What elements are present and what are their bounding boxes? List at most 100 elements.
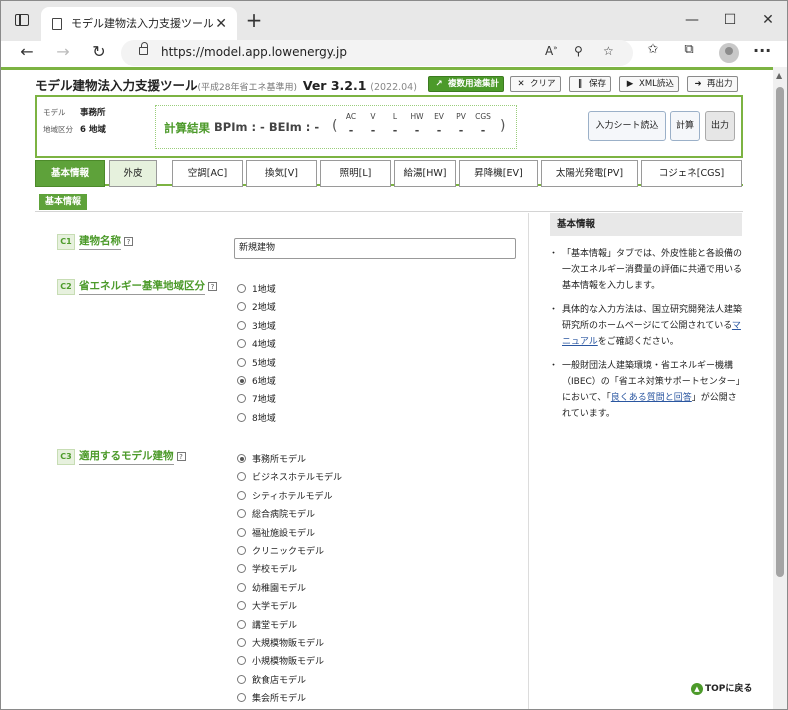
model-radio-option[interactable]: 小規模物販モデル <box>237 654 324 668</box>
radio-button-icon[interactable] <box>237 472 246 482</box>
radio-button-icon[interactable] <box>237 564 246 574</box>
xml-load-label: XML読込 <box>639 79 674 89</box>
multi-use-button[interactable]: ↗ 複数用途集計 <box>428 76 505 92</box>
region-radio-option[interactable]: 7地域 <box>237 392 276 406</box>
profile-icon[interactable] <box>719 43 739 63</box>
region-radio-option[interactable]: 6地域 <box>237 374 276 388</box>
refresh-icon[interactable]: ↻ <box>87 41 111 65</box>
tab-actions-icon[interactable] <box>15 14 29 26</box>
radio-button-icon[interactable] <box>237 357 246 367</box>
tab-elevator[interactable]: 昇降機[EV] <box>459 160 538 187</box>
radio-button-icon[interactable] <box>237 693 246 703</box>
radio-label: シティホテルモデル <box>252 491 333 502</box>
cat-ev-label: EV <box>434 112 444 121</box>
tab-ac[interactable]: 空調[AC] <box>172 160 243 187</box>
read-aloud-icon[interactable]: A» <box>545 44 558 58</box>
scrollbar-thumb[interactable] <box>776 87 784 577</box>
faq-link[interactable]: 良くある質問と回答 <box>611 393 692 403</box>
region-radio-option[interactable]: 4地域 <box>237 337 276 351</box>
radio-button-icon[interactable] <box>237 509 246 519</box>
radio-button-icon[interactable] <box>237 394 246 404</box>
model-radio-option[interactable]: 事務所モデル <box>237 452 306 466</box>
favorites-icon[interactable]: ✩ <box>643 42 663 57</box>
vertical-scrollbar[interactable]: ▲ <box>773 67 787 709</box>
tab-close-icon[interactable]: ✕ <box>215 7 227 41</box>
tab-envelope[interactable]: 外皮 <box>109 160 157 187</box>
help-icon[interactable]: ? <box>208 282 217 291</box>
region-radio-option[interactable]: 8地域 <box>237 411 276 425</box>
model-radio-option[interactable]: 講堂モデル <box>237 618 297 632</box>
tab-hot-water[interactable]: 給湯[HW] <box>394 160 456 187</box>
model-radio-option[interactable]: ビジネスホテルモデル <box>237 470 342 484</box>
model-radio-option[interactable]: 集会所モデル <box>237 691 306 705</box>
radio-button-icon[interactable] <box>237 490 246 500</box>
radio-button-icon[interactable] <box>237 454 246 463</box>
tab-cogeneration[interactable]: コジェネ[CGS] <box>641 160 742 187</box>
clear-button[interactable]: ✕ クリア <box>510 76 561 92</box>
radio-label: 飲食店モデル <box>252 675 307 686</box>
radio-label: 大規模物販モデル <box>252 639 325 649</box>
region-radio-option[interactable]: 2地域 <box>237 300 276 314</box>
back-to-top-link[interactable]: ▲ TOPに戻る <box>691 681 752 695</box>
radio-button-icon[interactable] <box>237 320 246 330</box>
close-button[interactable]: ✕ <box>753 9 783 33</box>
lock-icon[interactable] <box>139 42 148 55</box>
radio-button-icon[interactable] <box>237 376 246 385</box>
maximize-button[interactable]: ☐ <box>715 9 745 33</box>
radio-button-icon[interactable] <box>237 302 246 312</box>
url-text[interactable]: https://model.app.lowenergy.jp <box>161 45 347 59</box>
radio-button-icon[interactable] <box>237 656 246 666</box>
model-radio-option[interactable]: 大規模物販モデル <box>237 636 324 650</box>
scroll-up-icon[interactable]: ▲ <box>776 71 782 80</box>
calculate-button[interactable]: 計算 <box>670 111 700 141</box>
forward-icon[interactable]: → <box>51 41 75 65</box>
sidebar-text: をご確認ください。 <box>597 337 679 347</box>
radio-button-icon[interactable] <box>237 601 246 611</box>
favorite-add-icon[interactable]: ☆ <box>603 44 614 58</box>
tab-ventilation[interactable]: 換気[V] <box>246 160 317 187</box>
xml-load-button[interactable]: ▶ XML読込 <box>619 76 679 92</box>
radio-button-icon[interactable] <box>237 582 246 592</box>
back-icon[interactable]: ← <box>15 41 39 65</box>
help-icon[interactable]: ? <box>124 237 133 246</box>
model-radio-option[interactable]: 飲食店モデル <box>237 673 306 687</box>
help-icon[interactable]: ? <box>176 452 186 461</box>
collections-icon[interactable]: ⧉ <box>679 42 699 57</box>
radio-button-icon[interactable] <box>237 527 246 537</box>
region-radio-option[interactable]: 5地域 <box>237 356 276 370</box>
reoutput-button[interactable]: ➜ 再出力 <box>687 76 738 92</box>
model-radio-option[interactable]: 福祉施設モデル <box>237 526 315 540</box>
region-radio-option[interactable]: 3地域 <box>237 319 276 333</box>
model-radio-option[interactable]: 総合病院モデル <box>237 507 315 521</box>
radio-button-icon[interactable] <box>237 284 246 293</box>
model-radio-option[interactable]: シティホテルモデル <box>237 489 332 503</box>
browser-tab[interactable]: モデル建物法入力支援ツール (平成... ✕ <box>41 7 237 41</box>
radio-button-icon[interactable] <box>237 619 246 629</box>
title-bar: モデル建物法入力支援ツール (平成... ✕ + — ☐ ✕ <box>1 1 787 41</box>
model-radio-option[interactable]: クリニックモデル <box>237 544 324 558</box>
input-sheet-load-button[interactable]: 入力シート読込 <box>588 111 666 141</box>
zoom-icon[interactable]: ⚲ <box>574 44 583 58</box>
tab-lighting[interactable]: 照明[L] <box>320 160 391 187</box>
region-radio-option[interactable]: 1地域 <box>237 282 276 296</box>
more-icon[interactable]: ··· <box>753 41 771 60</box>
model-label: モデル <box>43 108 66 117</box>
output-button[interactable]: 出力 <box>705 111 735 141</box>
model-radio-option[interactable]: 幼稚園モデル <box>237 581 306 595</box>
new-tab-button[interactable]: + <box>243 9 265 33</box>
model-radio-option[interactable]: 学校モデル <box>237 562 297 576</box>
radio-button-icon[interactable] <box>237 546 246 555</box>
radio-button-icon[interactable] <box>237 638 246 647</box>
building-name-input[interactable]: 新規建物 <box>234 238 516 259</box>
cat-pv-value: - <box>458 124 464 137</box>
model-radio-option[interactable]: 大学モデル <box>237 599 297 613</box>
clear-label: クリア <box>530 79 556 89</box>
radio-button-icon[interactable] <box>237 339 246 349</box>
minimize-button[interactable]: — <box>677 9 707 33</box>
save-button[interactable]: ‖ 保存 <box>569 76 612 92</box>
radio-button-icon[interactable] <box>237 674 246 684</box>
tab-solar-pv[interactable]: 太陽光発電[PV] <box>541 160 638 187</box>
address-bar[interactable]: https://model.app.lowenergy.jp A» ⚲ ☆ <box>121 40 633 66</box>
radio-button-icon[interactable] <box>237 412 246 422</box>
tab-basic-info[interactable]: 基本情報 <box>35 160 105 187</box>
